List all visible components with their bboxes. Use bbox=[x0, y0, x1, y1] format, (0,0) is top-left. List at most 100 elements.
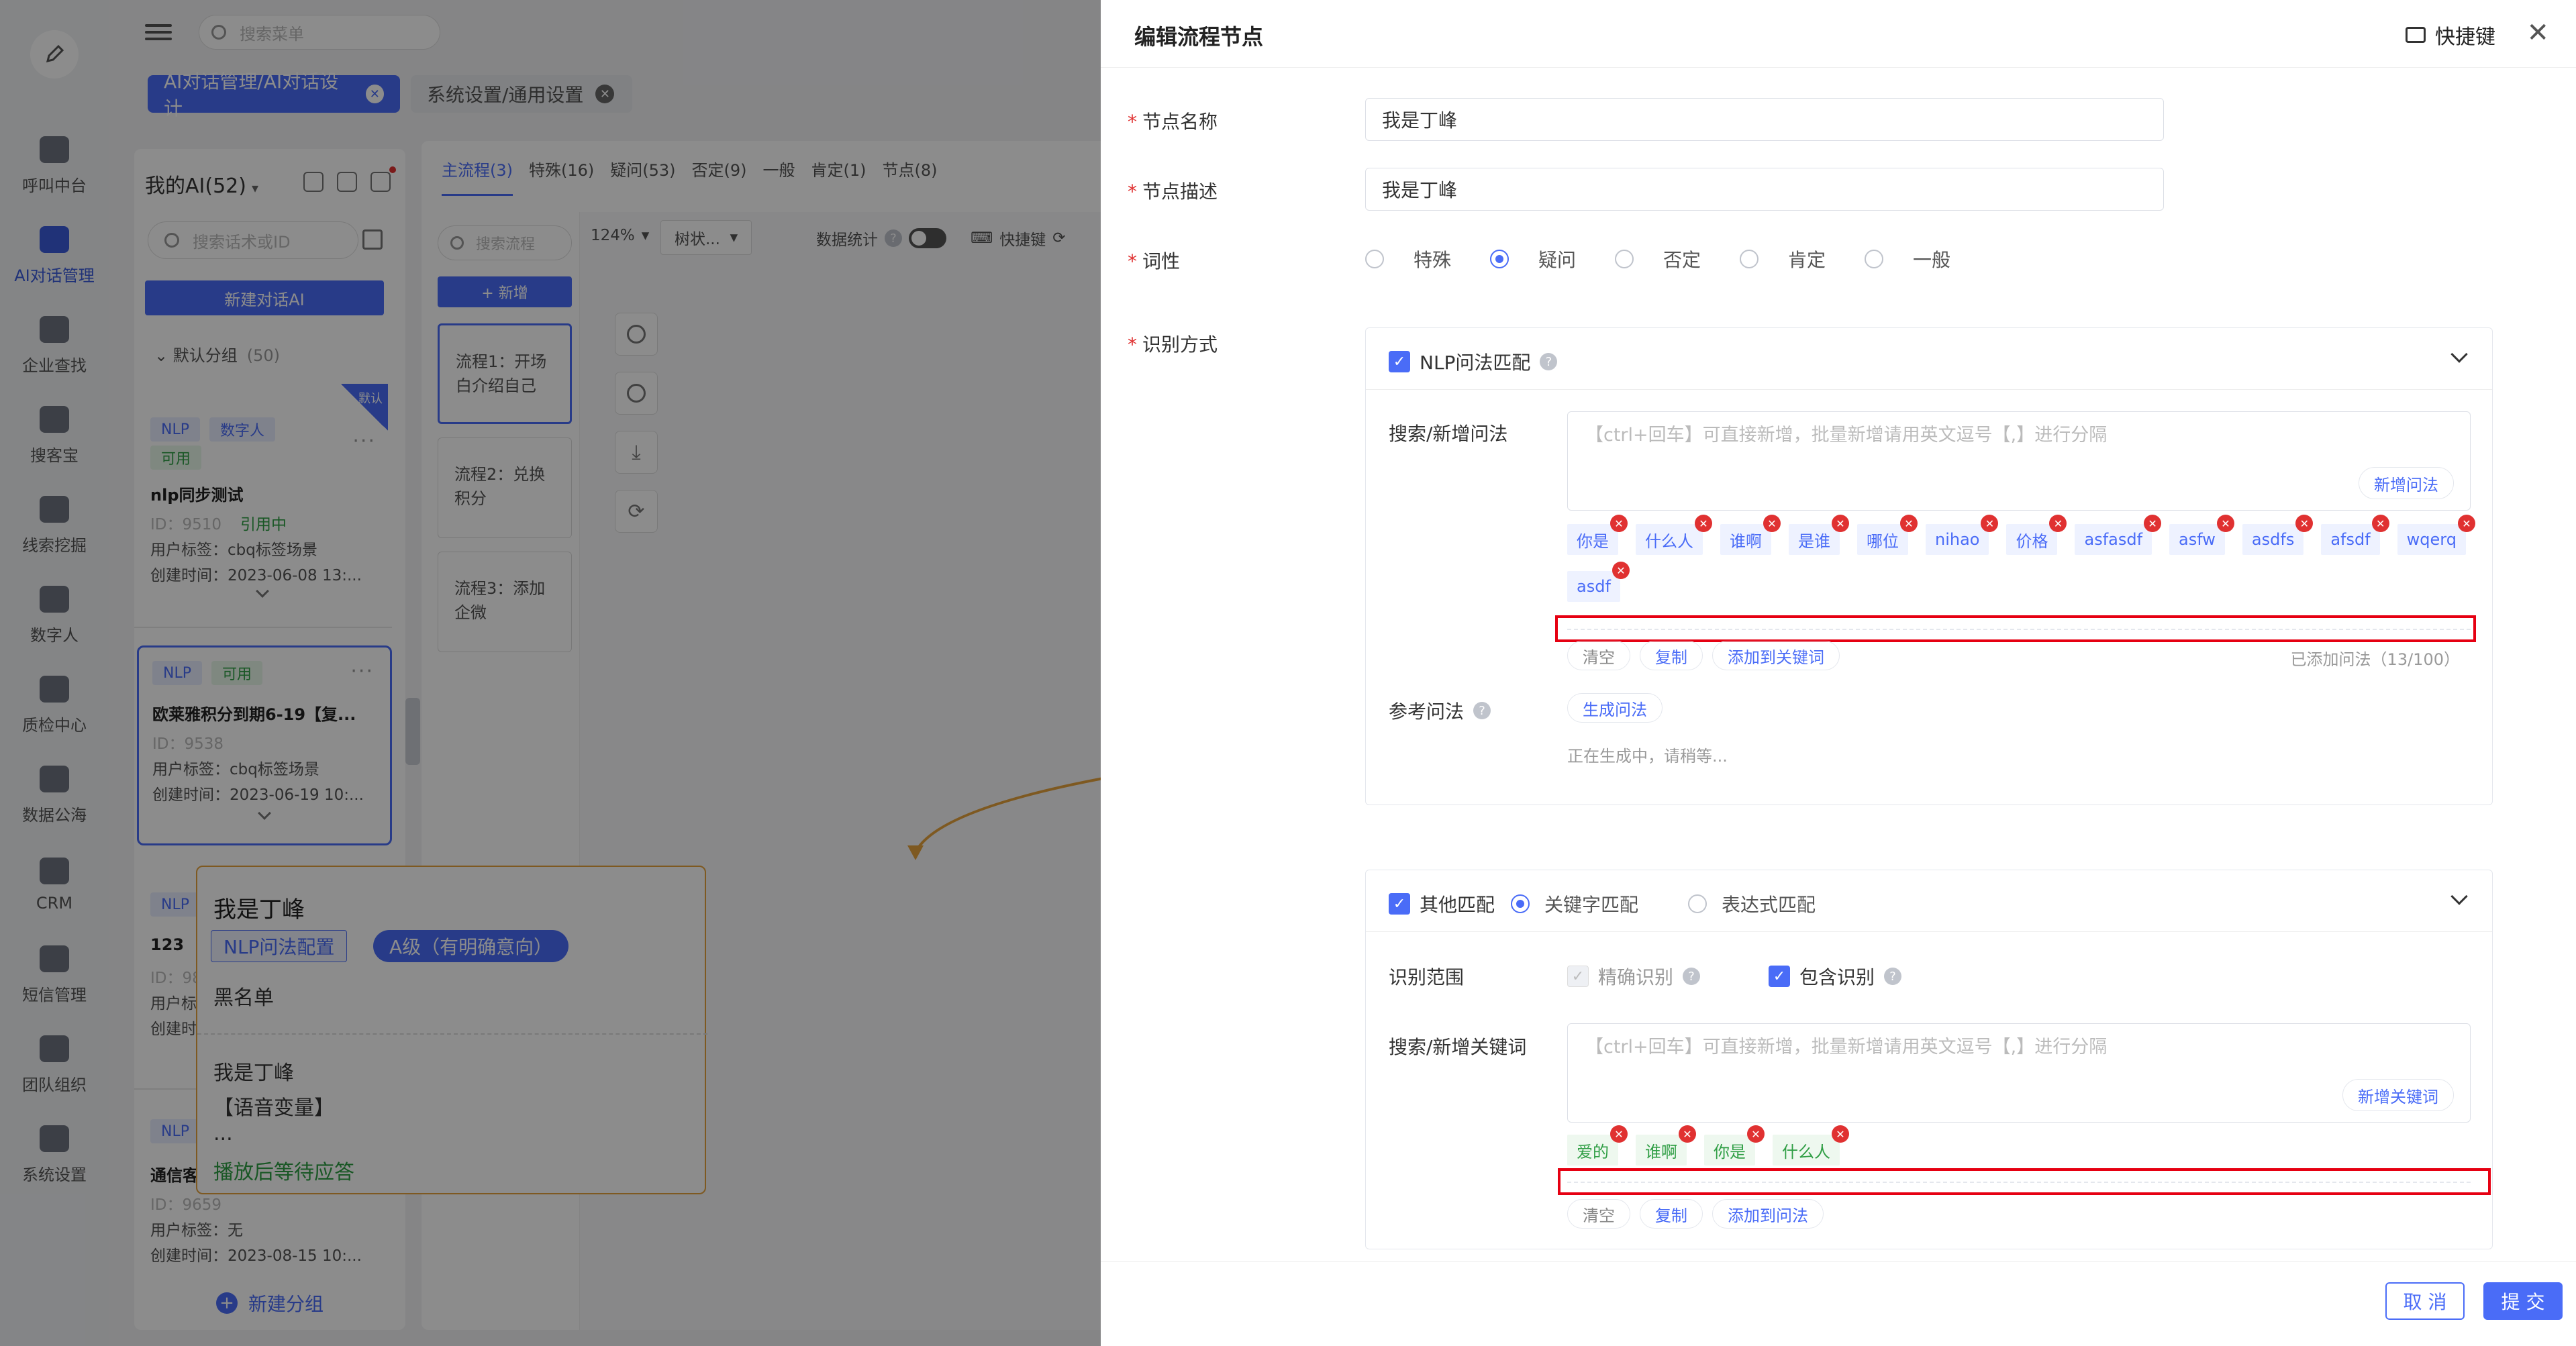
contain-recog-option[interactable]: ✓ 包含识别? bbox=[1769, 963, 1902, 990]
add-to-keyword-button[interactable]: 添加到关键词 bbox=[1712, 641, 1840, 670]
radio-negative[interactable]: 否定 bbox=[1615, 246, 1740, 272]
question-tag[interactable]: nihao ✕ bbox=[1926, 515, 1999, 555]
nlp-header-label: ✓ NLP问法匹配 ? bbox=[1389, 348, 1558, 375]
remove-icon[interactable]: ✕ bbox=[1763, 515, 1781, 532]
add-to-question-button[interactable]: 添加到问法 bbox=[1712, 1199, 1824, 1229]
remove-icon[interactable]: ✕ bbox=[1832, 1125, 1849, 1143]
divider bbox=[1101, 67, 2576, 68]
help-icon: ? bbox=[1884, 968, 1902, 985]
pos-label: * 词性 bbox=[1128, 250, 1181, 272]
keyword-tag[interactable]: 你是 ✕ bbox=[1704, 1125, 1765, 1166]
remove-icon[interactable]: ✕ bbox=[2144, 515, 2162, 532]
clear-keywords-button[interactable]: 清空 bbox=[1567, 1199, 1630, 1229]
generate-actions: 生成问法 bbox=[1567, 693, 1663, 723]
question-tag[interactable]: asfw ✕ bbox=[2169, 515, 2234, 555]
keyword-tag[interactable]: 什么人 ✕ bbox=[1773, 1125, 1849, 1166]
remove-icon[interactable]: ✕ bbox=[2295, 515, 2314, 532]
other-match-section: ✓ 其他匹配 关键字匹配 表达式匹配 识别范围 ✓ 精确识别? ✓ 包含识别? 搜索… bbox=[1365, 870, 2493, 1249]
keyword-tag-list: 爱的 ✕ 谁啊 ✕ 你是 ✕ 什么人 ✕ bbox=[1567, 1125, 2507, 1166]
close-icon[interactable]: ✕ bbox=[2526, 17, 2549, 48]
remove-icon[interactable]: ✕ bbox=[1610, 1125, 1628, 1143]
clear-questions-button[interactable]: 清空 bbox=[1567, 641, 1630, 670]
question-tag-list: 你是 ✕ 什么人 ✕ 谁啊 ✕ 是谁 ✕ 哪位 ✕ nihao ✕ 价格 ✕ asfasdf ✕… bbox=[1567, 515, 2507, 602]
question-search-label: 搜索/新增问法 bbox=[1389, 423, 1508, 445]
remove-icon[interactable]: ✕ bbox=[1695, 515, 1712, 532]
keyboard-icon bbox=[2406, 27, 2426, 43]
add-question-button[interactable]: 新增问法 bbox=[2359, 467, 2454, 499]
question-tag[interactable]: 什么人 ✕ bbox=[1636, 515, 1712, 555]
copy-questions-button[interactable]: 复制 bbox=[1640, 641, 1703, 670]
edit-node-drawer: 编辑流程节点 快捷键 ✕ * 节点名称 我是丁峰 * 节点描述 我是丁峰 * 词性 特… bbox=[1101, 0, 2576, 1346]
remove-icon[interactable]: ✕ bbox=[1981, 515, 1999, 532]
remove-icon[interactable]: ✕ bbox=[2049, 515, 2067, 532]
remove-icon[interactable]: ✕ bbox=[1610, 515, 1628, 532]
radio-regex-match[interactable]: 表达式匹配 bbox=[1688, 890, 1816, 917]
node-desc-label: * 节点描述 bbox=[1128, 180, 1218, 203]
question-tag[interactable]: asdfs ✕ bbox=[2242, 515, 2314, 555]
other-section-header[interactable]: ✓ 其他匹配 关键字匹配 表达式匹配 bbox=[1366, 870, 2492, 932]
question-tag[interactable]: 哪位 ✕ bbox=[1857, 515, 1918, 555]
keyword-textarea[interactable]: 【ctrl+回车】可直接新增，批量新增请用英文逗号【,】进行分隔 新增关键词 bbox=[1567, 1023, 2471, 1123]
question-tag[interactable]: 谁啊 ✕ bbox=[1720, 515, 1781, 555]
keyword-tag[interactable]: 谁啊 ✕ bbox=[1636, 1125, 1696, 1166]
remove-icon[interactable]: ✕ bbox=[1679, 1125, 1696, 1143]
other-checkbox[interactable]: ✓ bbox=[1389, 893, 1410, 915]
remove-icon[interactable]: ✕ bbox=[2457, 515, 2475, 532]
remove-icon[interactable]: ✕ bbox=[1747, 1125, 1765, 1143]
radio-special[interactable]: 特殊 bbox=[1365, 246, 1490, 272]
question-tag[interactable]: wqerq ✕ bbox=[2397, 515, 2475, 555]
question-tag[interactable]: 你是 ✕ bbox=[1567, 515, 1628, 555]
question-tag[interactable]: afsdf ✕ bbox=[2321, 515, 2389, 555]
recog-range-label: 识别范围 bbox=[1389, 966, 1465, 988]
question-textarea[interactable]: 【ctrl+回车】可直接新增，批量新增请用英文逗号【,】进行分隔 新增问法 bbox=[1567, 411, 2471, 511]
drawer-footer: 取 消 提 交 bbox=[1101, 1261, 2576, 1346]
chevron-down-icon[interactable] bbox=[2450, 346, 2468, 363]
keyword-actions: 清空 复制 添加到问法 bbox=[1567, 1199, 1824, 1229]
exact-checkbox[interactable]: ✓ bbox=[1567, 966, 1589, 987]
radio-question[interactable]: 疑问 bbox=[1490, 246, 1615, 272]
remove-icon[interactable]: ✕ bbox=[1612, 562, 1630, 579]
remove-icon[interactable]: ✕ bbox=[1832, 515, 1849, 532]
question-actions: 清空 复制 添加到关键词 bbox=[1567, 641, 1840, 670]
pos-radio-group: 特殊 疑问 否定 肯定 一般 bbox=[1365, 246, 1989, 272]
node-name-input[interactable]: 我是丁峰 bbox=[1365, 98, 2164, 141]
shortcut-button[interactable]: 快捷键 bbox=[2406, 20, 2495, 50]
chevron-down-icon[interactable] bbox=[2450, 888, 2468, 905]
help-icon: ? bbox=[1540, 353, 1558, 370]
remove-icon[interactable]: ✕ bbox=[1900, 515, 1918, 532]
copy-keywords-button[interactable]: 复制 bbox=[1640, 1199, 1703, 1229]
radio-keyword-match[interactable]: 关键字匹配 bbox=[1511, 890, 1638, 917]
reference-question-label: 参考问法? bbox=[1389, 697, 1491, 724]
contain-checkbox[interactable]: ✓ bbox=[1769, 966, 1790, 987]
generating-status: 正在生成中，请稍等... bbox=[1567, 747, 1728, 766]
question-tag[interactable]: 是谁 ✕ bbox=[1789, 515, 1849, 555]
generate-questions-button[interactable]: 生成问法 bbox=[1567, 693, 1663, 723]
help-icon: ? bbox=[1473, 702, 1491, 719]
nlp-section-header[interactable]: ✓ NLP问法匹配 ? bbox=[1366, 328, 2492, 390]
keyword-tag[interactable]: 爱的 ✕ bbox=[1567, 1125, 1628, 1166]
submit-button[interactable]: 提 交 bbox=[2483, 1282, 2563, 1320]
remove-icon[interactable]: ✕ bbox=[2371, 515, 2389, 532]
remove-icon[interactable]: ✕ bbox=[2216, 515, 2234, 532]
nlp-match-section: ✓ NLP问法匹配 ? 搜索/新增问法 【ctrl+回车】可直接新增，批量新增请… bbox=[1365, 327, 2493, 805]
modal-overlay[interactable] bbox=[0, 0, 1101, 1346]
question-tag[interactable]: asdf ✕ bbox=[1567, 562, 1630, 602]
question-tag[interactable]: 价格 ✕ bbox=[2006, 515, 2067, 555]
node-name-label: * 节点名称 bbox=[1128, 111, 1218, 133]
drawer-title: 编辑流程节点 bbox=[1134, 24, 1264, 50]
other-header-label: ✓ 其他匹配 关键字匹配 表达式匹配 bbox=[1389, 890, 1816, 917]
nlp-checkbox[interactable]: ✓ bbox=[1389, 351, 1410, 372]
help-icon: ? bbox=[1683, 968, 1701, 985]
divider bbox=[1567, 1182, 2471, 1183]
node-desc-input[interactable]: 我是丁峰 bbox=[1365, 168, 2164, 211]
question-tag[interactable]: asfasdf ✕ bbox=[2075, 515, 2162, 555]
exact-recog-option[interactable]: ✓ 精确识别? bbox=[1567, 963, 1701, 990]
radio-positive[interactable]: 肯定 bbox=[1740, 246, 1865, 272]
radio-general[interactable]: 一般 bbox=[1865, 246, 1989, 272]
add-keyword-button[interactable]: 新增关键词 bbox=[2342, 1079, 2454, 1111]
recog-label: * 识别方式 bbox=[1128, 333, 1218, 356]
cancel-button[interactable]: 取 消 bbox=[2385, 1282, 2465, 1320]
question-counter: 已添加问法（13/100） bbox=[2290, 650, 2460, 669]
keyword-search-label: 搜索/新增关键词 bbox=[1389, 1036, 1527, 1058]
divider bbox=[1567, 629, 2471, 630]
